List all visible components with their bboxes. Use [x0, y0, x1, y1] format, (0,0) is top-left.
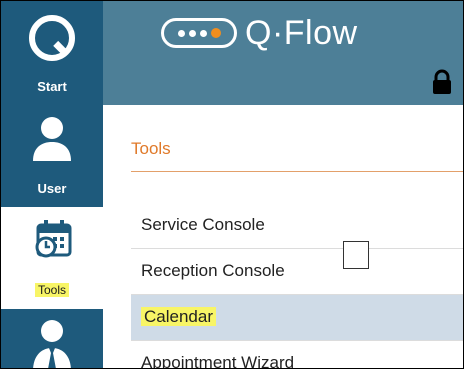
- menu-item-label: Appointment Wizard: [141, 353, 295, 369]
- nav-item-user[interactable]: User: [1, 103, 103, 207]
- main-content: Tools Service Console Reception Console …: [103, 105, 463, 369]
- menu-item-label: Calendar: [141, 307, 216, 326]
- user-tie-icon: [33, 320, 71, 368]
- top-header: Q·Flow: [103, 1, 463, 105]
- calendar-icon: [35, 220, 72, 258]
- nav-item-label: Start: [37, 79, 67, 94]
- q-logo-icon: [29, 15, 75, 61]
- menu-item-label: Reception Console: [141, 261, 285, 280]
- section-divider: [131, 171, 463, 172]
- menu-item-appointment-wizard[interactable]: Appointment Wizard: [131, 341, 463, 369]
- nav-item-label: Tools: [34, 283, 69, 297]
- menu-item-label: Service Console: [141, 215, 265, 234]
- brand-logo: Q·Flow: [161, 13, 358, 53]
- side-nav: Start User Tools: [1, 1, 103, 368]
- brand-name: Q·Flow: [245, 13, 358, 52]
- lock-icon[interactable]: [431, 69, 453, 95]
- menu-item-calendar[interactable]: Calendar: [131, 295, 463, 341]
- nav-item-label: User: [37, 181, 67, 196]
- app-window: Start User Tools Q·Flow Tools Service Co…: [0, 0, 464, 369]
- nav-item-tools[interactable]: Tools: [1, 207, 103, 309]
- section-title: Tools: [131, 139, 171, 158]
- widget-box[interactable]: [343, 241, 369, 269]
- q-flow-pill-icon: [161, 18, 237, 48]
- nav-item-user-tie[interactable]: [1, 309, 103, 368]
- menu-item-reception-console[interactable]: Reception Console: [131, 249, 463, 295]
- user-icon: [33, 117, 71, 161]
- nav-item-start[interactable]: Start: [1, 1, 103, 103]
- menu-item-service-console[interactable]: Service Console: [131, 203, 463, 249]
